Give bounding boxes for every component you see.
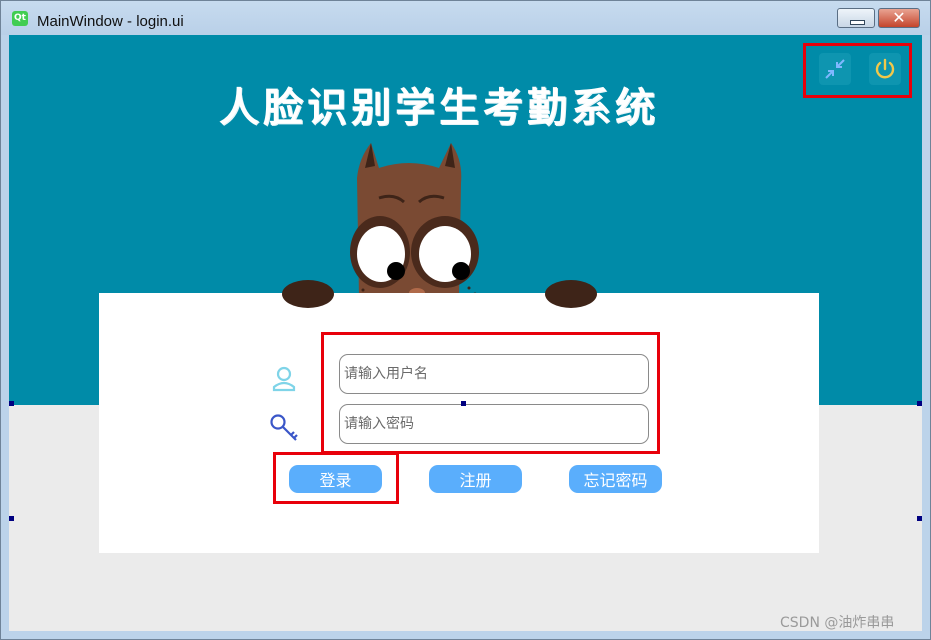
highlight-box-top-buttons [803, 43, 912, 98]
qt-logo-icon: Qt [12, 11, 28, 26]
selection-handle[interactable] [917, 401, 922, 406]
selection-handle[interactable] [9, 516, 14, 521]
window-minimize-button[interactable] [837, 8, 875, 28]
key-icon [270, 414, 298, 441]
owl-mascot-image [350, 143, 479, 298]
window-close-button[interactable]: ✕ [878, 8, 920, 28]
login-form: 人脸识别学生考勤系统 请输入用户名 登录 注册 忘记密码 [9, 35, 922, 631]
selection-handle[interactable] [917, 516, 922, 521]
watermark: CSDN @油炸串串 [780, 615, 895, 631]
selection-handle[interactable] [9, 401, 14, 406]
app-title: 人脸识别学生考勤系统 [219, 84, 659, 131]
owl-right-paw [545, 280, 597, 308]
window-title: MainWindow - login.ui [37, 13, 184, 30]
main-window: Qt MainWindow - login.ui ✕ 人脸识别学生考勤系统 请输… [0, 0, 931, 640]
owl-left-paw [282, 280, 334, 308]
selection-handle[interactable] [461, 401, 466, 406]
title-bar[interactable]: Qt MainWindow - login.ui ✕ [1, 1, 930, 35]
highlight-box-inputs [321, 332, 660, 454]
forgot-password-button[interactable]: 忘记密码 [569, 465, 662, 493]
highlight-box-login [273, 452, 399, 504]
register-button[interactable]: 注册 [429, 465, 522, 493]
user-icon [272, 366, 296, 392]
